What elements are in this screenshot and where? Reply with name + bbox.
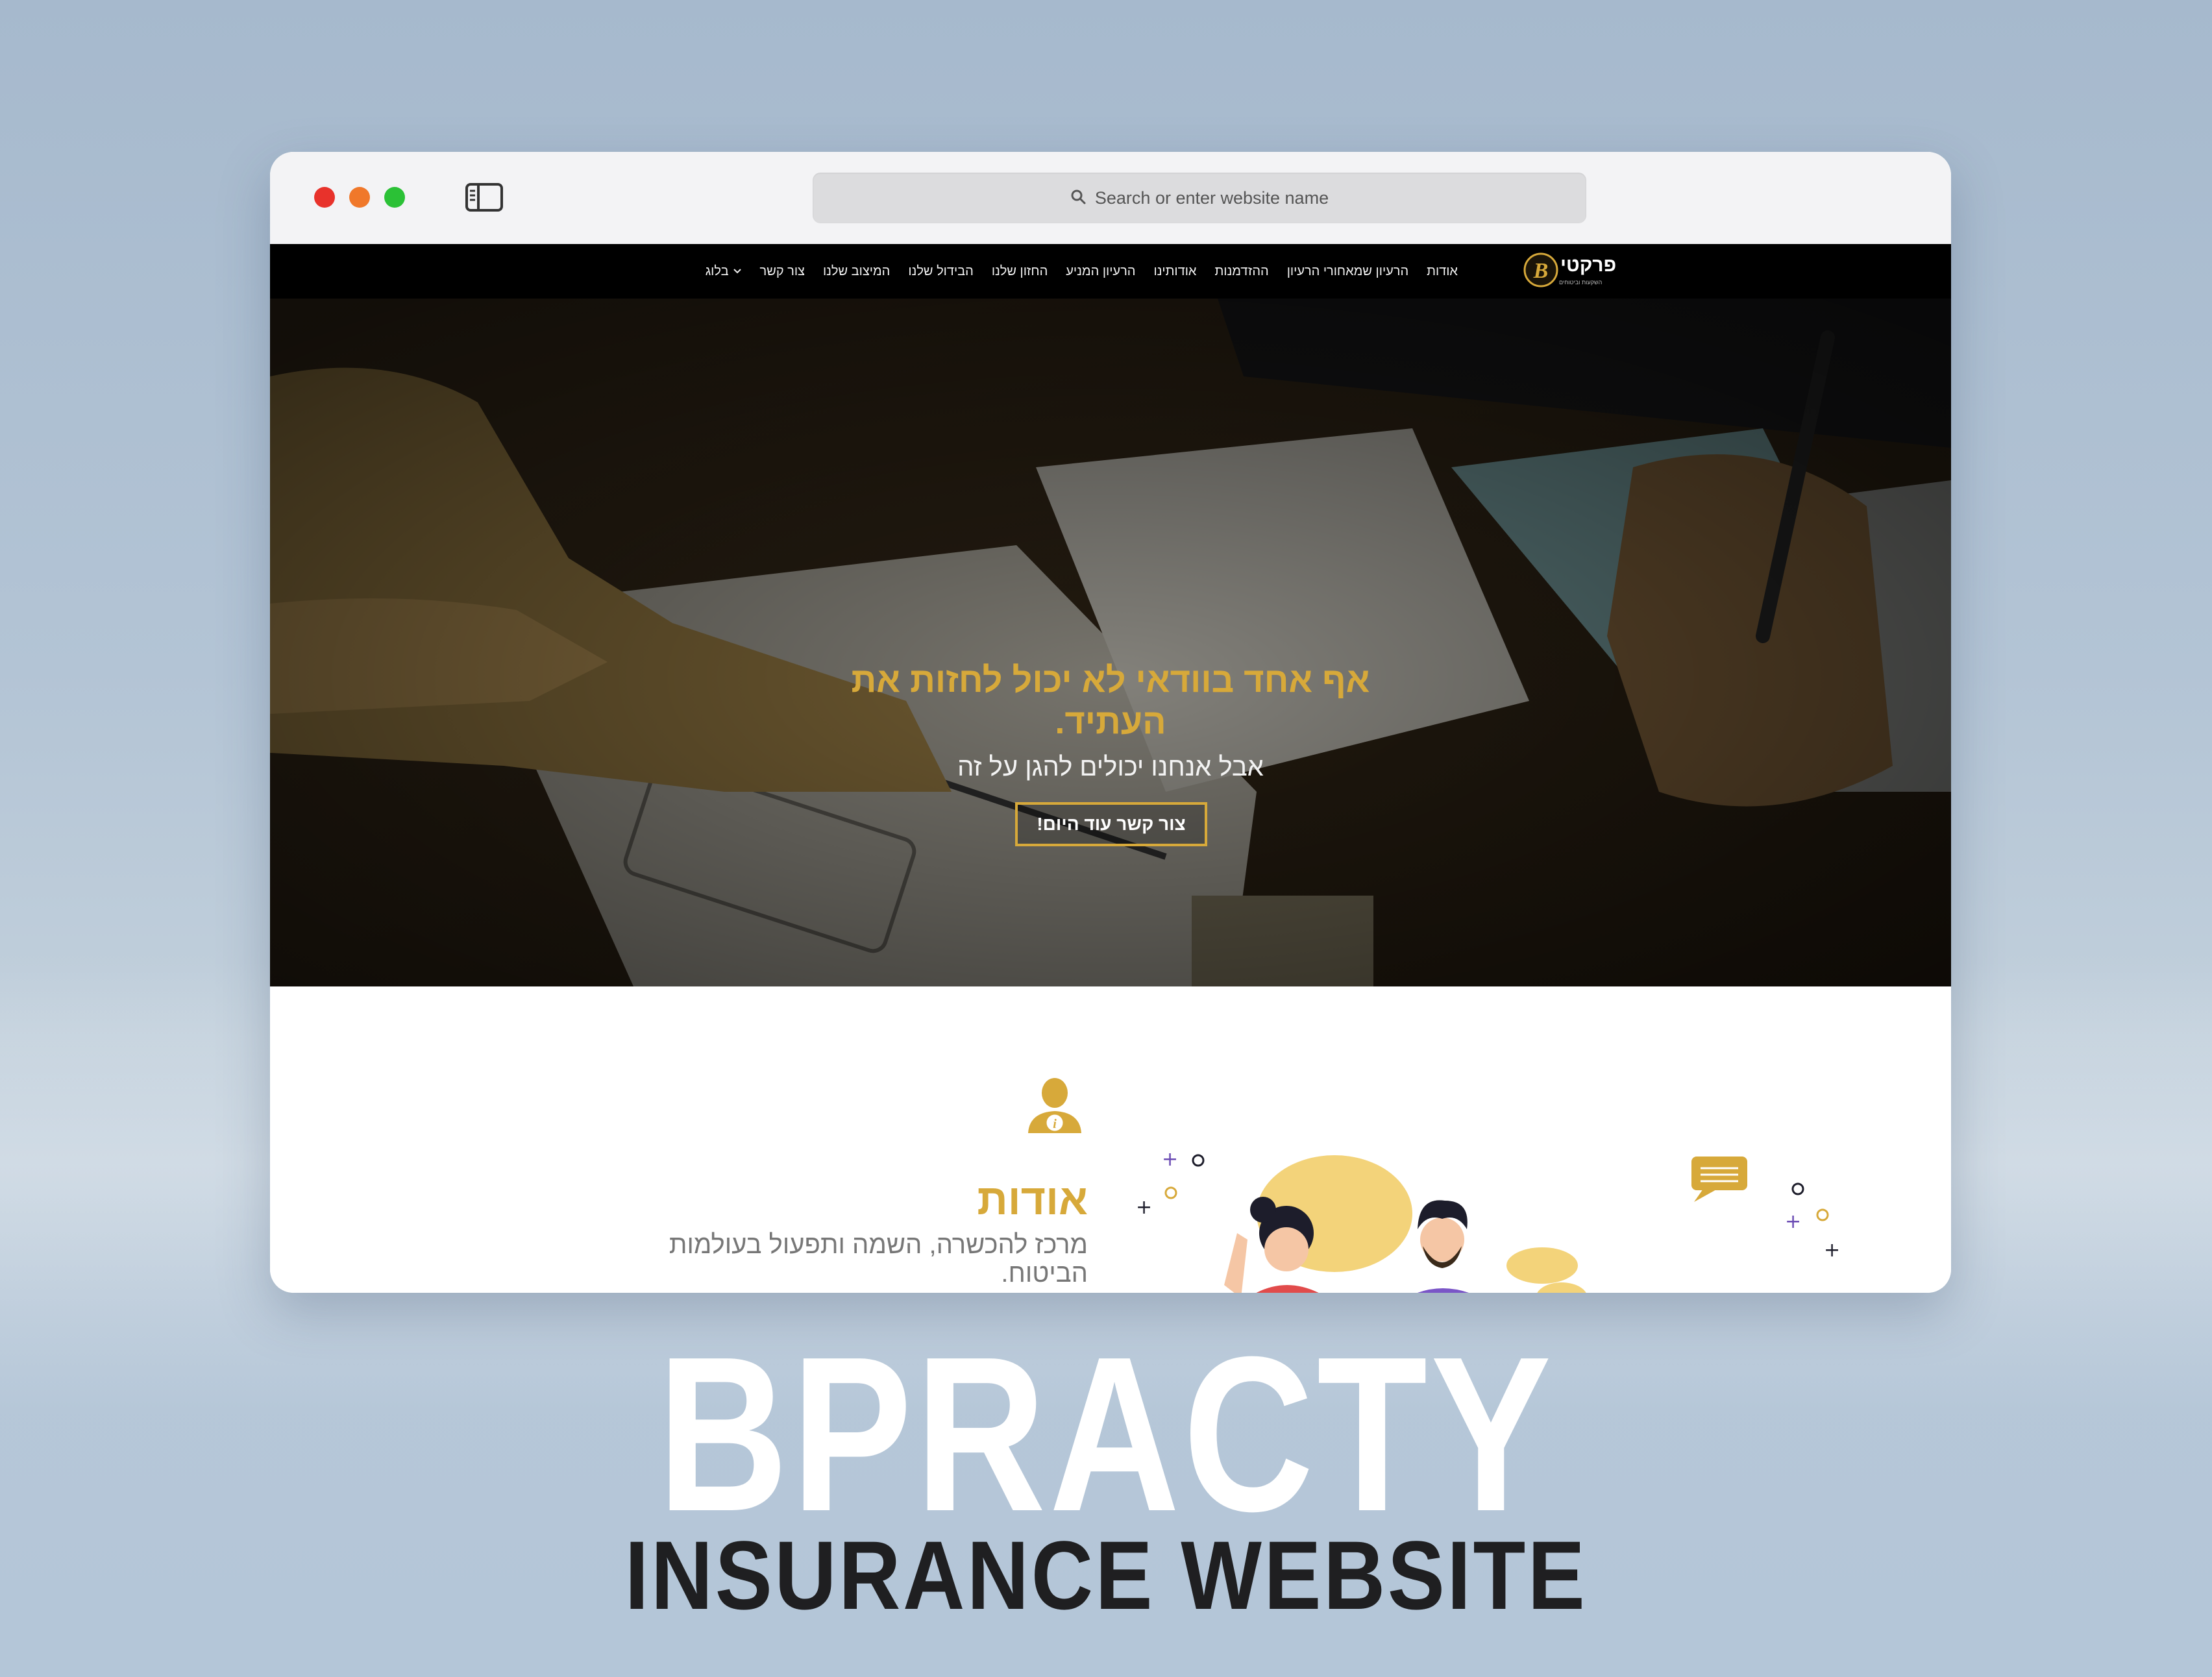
logo-subtitle: השקעות וביטוחים	[1559, 279, 1603, 286]
nav-item-positioning[interactable]: המיצוב שלנו	[823, 264, 890, 279]
close-window-button[interactable]	[314, 187, 335, 208]
hero-background-photo	[270, 299, 1951, 986]
svg-text:+: +	[1824, 1239, 1840, 1262]
address-bar-placeholder: Search or enter website name	[1094, 188, 1329, 208]
about-description: מרכז להכשרה, השמה ותפעול בעולמות הביטוח.	[669, 1230, 1088, 1288]
chevron-down-icon	[733, 269, 741, 274]
minimize-window-button[interactable]	[349, 187, 370, 208]
nav-item-contact[interactable]: צור קשר	[760, 264, 805, 279]
project-title: BPRACTY	[657, 1311, 1555, 1558]
about-title: אודות	[977, 1175, 1088, 1223]
project-subtitle: INSURANCE WEBSITE	[624, 1521, 1588, 1630]
nav-item-opportunity[interactable]: ההזדמנות	[1214, 264, 1268, 279]
about-section: i אודות מרכז להכשרה, השמה ותפעול בעולמות…	[270, 986, 1951, 1293]
nav-item-about-us[interactable]: אודותינו	[1153, 264, 1196, 279]
hero-section: אף אחד בוודאי לא יכול לחזות את העתיד. אב…	[270, 299, 1951, 986]
nav-item-differentiation[interactable]: הבידול שלנו	[908, 264, 973, 279]
nav-item-about[interactable]: אודות	[1427, 264, 1458, 279]
user-info-icon: i	[1028, 1078, 1081, 1133]
site-logo[interactable]: B פרקטי השקעות וביטוחים	[1523, 251, 1627, 292]
sidebar-icon[interactable]	[465, 178, 504, 217]
logo-emblem-icon: B	[1523, 252, 1558, 288]
hero-title: אף אחד בוודאי לא יכול לחזות את העתיד.	[851, 661, 1370, 741]
site-header: B פרקטי השקעות וביטוחים אודות הרעיון שמא…	[270, 244, 1951, 299]
hero-subtitle: אבל אנחנו יכולים להגן על זה	[957, 753, 1264, 781]
svg-text:+: +	[1785, 1210, 1801, 1233]
browser-window: Search or enter website name B פרקטי השק…	[270, 152, 1951, 1293]
svg-text:+: +	[1136, 1196, 1152, 1219]
maximize-window-button[interactable]	[384, 187, 405, 208]
svg-text:i: i	[1053, 1117, 1057, 1131]
team-illustration: + + + +	[1136, 1148, 1840, 1293]
nav-item-vision[interactable]: החזון שלנו	[992, 264, 1048, 279]
logo-text: פרקטי	[1560, 254, 1617, 276]
nav-item-idea-behind[interactable]: הרעיון שמאחורי הרעיון	[1287, 264, 1408, 279]
nav-item-blog[interactable]: בלוג	[706, 264, 742, 279]
contact-cta-button[interactable]: צור קשר עוד היום!	[1015, 802, 1207, 846]
nav-item-blog-label: בלוג	[705, 263, 729, 278]
svg-text:+: +	[1162, 1148, 1178, 1171]
browser-toolbar: Search or enter website name	[270, 152, 1951, 245]
main-nav: אודות הרעיון שמאחורי הרעיון ההזדמנות אוד…	[706, 244, 1458, 299]
search-icon	[1070, 189, 1086, 207]
svg-text:B: B	[1533, 259, 1549, 283]
nav-item-driving-idea[interactable]: הרעיון המניע	[1066, 264, 1135, 279]
address-bar[interactable]: Search or enter website name	[813, 173, 1586, 223]
